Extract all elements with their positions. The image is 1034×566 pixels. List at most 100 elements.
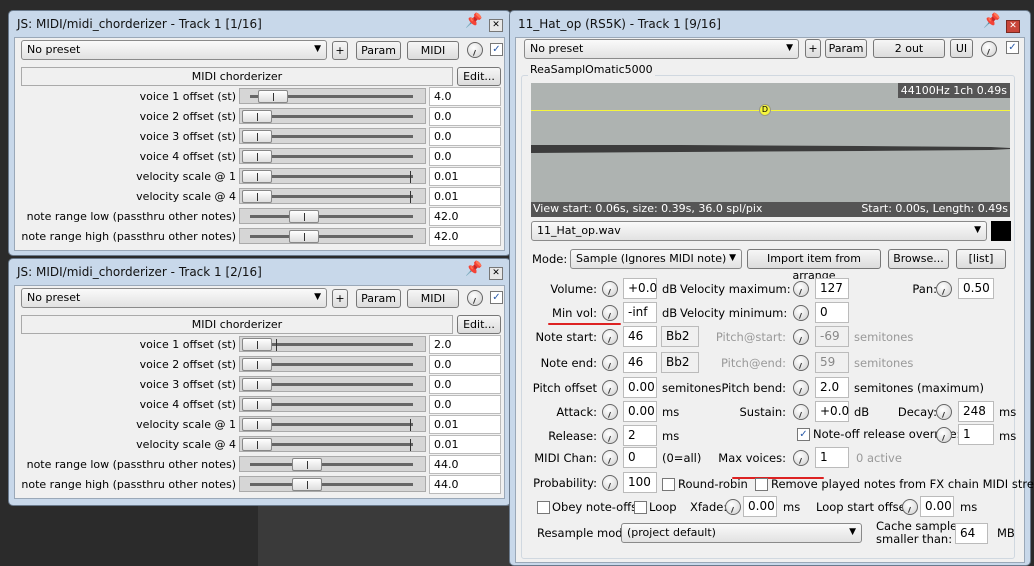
midi-button[interactable]: MIDI — [407, 41, 459, 60]
slider-thumb[interactable] — [242, 358, 272, 371]
outputs-button[interactable]: 2 out — [873, 39, 945, 58]
pitch_bend-knob[interactable] — [793, 380, 809, 396]
close-button[interactable]: ✕ — [489, 19, 503, 32]
vel_min-knob[interactable] — [793, 305, 809, 321]
param-slider[interactable] — [239, 228, 426, 244]
midi-button[interactable]: MIDI — [407, 289, 459, 308]
param-slider[interactable] — [239, 188, 426, 204]
param-value-input[interactable]: 0.01 — [429, 435, 501, 454]
vel_max-input[interactable]: 127 — [815, 278, 849, 299]
wet-knob[interactable] — [981, 41, 997, 57]
param-slider[interactable] — [239, 396, 426, 412]
param-button[interactable]: Param — [825, 39, 867, 58]
sustain-knob[interactable] — [793, 404, 809, 420]
param-value-input[interactable]: 0.01 — [429, 415, 501, 434]
add-preset-button[interactable]: + — [332, 41, 348, 60]
param-button[interactable]: Param — [356, 289, 401, 308]
xfade-knob[interactable] — [725, 499, 741, 515]
obey-note-offs-checkbox[interactable] — [537, 501, 550, 514]
decay-knob[interactable] — [936, 404, 952, 420]
color-swatch[interactable] — [991, 221, 1011, 241]
edit-button[interactable]: Edit... — [457, 315, 501, 334]
vel_min-input[interactable]: 0 — [815, 302, 849, 323]
release-input[interactable]: 2 — [623, 425, 657, 446]
mode-dropdown[interactable]: Sample (Ignores MIDI note) ▼ — [570, 249, 742, 269]
param-slider[interactable] — [239, 208, 426, 224]
wet-knob[interactable] — [467, 42, 483, 58]
midi_chan-knob[interactable] — [602, 450, 618, 466]
pitch_start-knob[interactable] — [793, 329, 809, 345]
cache-size-input[interactable]: 64 — [955, 523, 988, 544]
preset-dropdown[interactable]: No preset ▼ — [21, 40, 327, 60]
param-value-input[interactable]: 0.0 — [429, 107, 501, 126]
min_vol-input[interactable]: -inf — [623, 302, 657, 323]
note_end-input[interactable]: 46 — [623, 352, 657, 373]
param-value-input[interactable]: 0.0 — [429, 127, 501, 146]
param-slider[interactable] — [239, 376, 426, 392]
pitch_bend-input[interactable]: 2.0 — [815, 377, 849, 398]
param-value-input[interactable]: 2.0 — [429, 335, 501, 354]
sustain-input[interactable]: +0.0 — [815, 401, 849, 422]
add-preset-button[interactable]: + — [805, 39, 821, 58]
slider-thumb[interactable] — [242, 418, 272, 431]
slider-thumb[interactable] — [242, 398, 272, 411]
round-robin-checkbox[interactable] — [662, 478, 675, 491]
pan-input[interactable]: 0.50 — [958, 278, 994, 299]
param-slider[interactable] — [239, 108, 426, 124]
bypass-checkbox[interactable]: ✓ — [490, 291, 503, 304]
pitch_end-knob[interactable] — [793, 355, 809, 371]
param-value-input[interactable]: 4.0 — [429, 87, 501, 106]
param-value-input[interactable]: 0.01 — [429, 167, 501, 186]
probability-input[interactable]: 100 — [623, 472, 657, 493]
param-slider[interactable] — [239, 336, 426, 352]
slider-thumb[interactable] — [242, 150, 272, 163]
note_start-knob[interactable] — [602, 329, 618, 345]
close-button[interactable]: ✕ — [489, 267, 503, 280]
param-value-input[interactable]: 0.0 — [429, 375, 501, 394]
slider-thumb[interactable] — [291, 458, 322, 471]
slider-thumb[interactable] — [242, 170, 272, 183]
envelope-marker[interactable]: D — [759, 104, 771, 116]
slider-thumb[interactable] — [242, 130, 272, 143]
attack-input[interactable]: 0.00 — [623, 401, 657, 422]
param-value-input[interactable]: 0.01 — [429, 187, 501, 206]
list-button[interactable]: [list] — [956, 249, 1006, 269]
param-slider[interactable] — [239, 88, 426, 104]
param-value-input[interactable]: 0.0 — [429, 395, 501, 414]
vel_max-knob[interactable] — [793, 281, 809, 297]
loop-offset-knob[interactable] — [902, 499, 918, 515]
param-value-input[interactable]: 42.0 — [429, 207, 501, 226]
max_voices-input[interactable]: 1 — [815, 447, 849, 468]
param-slider[interactable] — [239, 416, 426, 432]
resample-mode-dropdown[interactable]: (project default) ▼ — [621, 523, 862, 543]
close-button[interactable]: ✕ — [1006, 20, 1020, 33]
midi_chan-input[interactable]: 0 — [623, 447, 657, 468]
param-value-input[interactable]: 0.0 — [429, 147, 501, 166]
param-slider[interactable] — [239, 128, 426, 144]
max_voices-knob[interactable] — [793, 450, 809, 466]
param-slider[interactable] — [239, 476, 426, 492]
wet-knob[interactable] — [467, 290, 483, 306]
noteoff-override-knob[interactable] — [936, 427, 952, 443]
param-button[interactable]: Param — [356, 41, 401, 60]
bypass-checkbox[interactable]: ✓ — [490, 43, 503, 56]
param-value-input[interactable]: 44.0 — [429, 455, 501, 474]
pin-icon[interactable]: 📌 — [983, 13, 1000, 29]
param-slider[interactable] — [239, 436, 426, 452]
param-value-input[interactable]: 44.0 — [429, 475, 501, 494]
param-slider[interactable] — [239, 356, 426, 372]
param-slider[interactable] — [239, 168, 426, 184]
slider-thumb[interactable] — [242, 378, 272, 391]
slider-thumb[interactable] — [288, 210, 319, 223]
note_start-input[interactable]: 46 — [623, 326, 657, 347]
file-dropdown[interactable]: 11_Hat_op.wav ▼ — [531, 221, 987, 241]
bypass-checkbox[interactable]: ✓ — [1006, 41, 1019, 54]
ui-button[interactable]: UI — [950, 39, 973, 58]
add-preset-button[interactable]: + — [332, 289, 348, 308]
waveform-display[interactable]: 44100Hz 1ch 0.49s D View start: 0.06s, s… — [531, 83, 1010, 217]
edit-button[interactable]: Edit... — [457, 67, 501, 86]
slider-thumb[interactable] — [257, 90, 288, 103]
loop-offset-input[interactable]: 0.00 — [920, 496, 954, 517]
remove-notes-checkbox[interactable] — [755, 478, 768, 491]
param-slider[interactable] — [239, 456, 426, 472]
